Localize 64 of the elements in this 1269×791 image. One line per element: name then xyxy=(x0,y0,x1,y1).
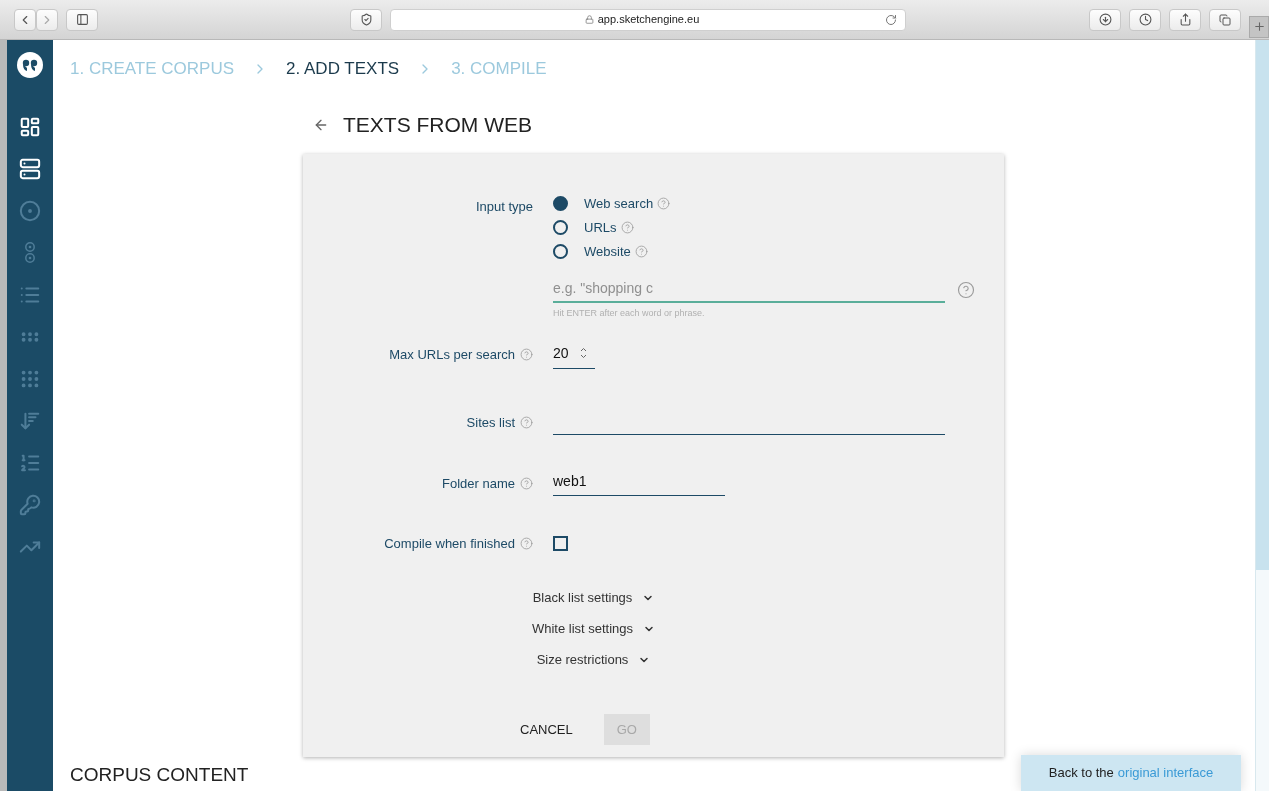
share-button[interactable] xyxy=(1169,8,1201,31)
shield-icon xyxy=(359,13,373,26)
field-label: Sites list xyxy=(466,413,515,432)
folder-name-field[interactable]: web1 xyxy=(553,467,725,496)
help-icon[interactable] xyxy=(620,221,634,234)
back-arrow-icon[interactable] xyxy=(313,117,329,133)
radio-button[interactable] xyxy=(553,220,568,235)
tabs-icon xyxy=(1219,13,1231,26)
field-label: Input type xyxy=(475,198,533,216)
reload-icon[interactable] xyxy=(885,13,897,26)
radio-label[interactable]: Website xyxy=(584,241,631,262)
clock-icon xyxy=(1138,13,1152,26)
page-title: TEXTS FROM WEB xyxy=(343,112,532,139)
radio-label[interactable]: Web search xyxy=(584,193,654,214)
stacked-list-icon[interactable] xyxy=(19,158,41,180)
notice-text: Back to the xyxy=(1048,764,1114,783)
share-icon xyxy=(1178,13,1192,26)
field-label: Compile when finished xyxy=(384,534,515,553)
search-terms-field[interactable]: e.g. "shopping c xyxy=(553,275,945,303)
sidebar-button[interactable] xyxy=(66,8,98,31)
logo-icon[interactable] xyxy=(17,52,43,78)
radio-button[interactable] xyxy=(553,244,568,259)
shield-button[interactable] xyxy=(350,8,382,31)
dots-grid-icon[interactable] xyxy=(19,368,41,390)
downloads-button[interactable] xyxy=(1089,8,1121,31)
help-icon[interactable] xyxy=(520,347,533,361)
download-icon xyxy=(1098,13,1112,26)
scrollbar[interactable] xyxy=(1255,40,1269,791)
radio-button[interactable] xyxy=(553,196,568,211)
help-icon[interactable] xyxy=(520,476,533,490)
number-value: 20 xyxy=(553,343,569,363)
new-tab-button[interactable] xyxy=(1249,15,1269,38)
tabs-button[interactable] xyxy=(1209,8,1241,31)
checkbox[interactable] xyxy=(553,535,568,551)
key-icon[interactable] xyxy=(19,494,41,516)
numbered-list-icon[interactable] xyxy=(19,452,41,474)
sort-down-icon[interactable] xyxy=(19,410,41,432)
help-icon[interactable] xyxy=(634,245,648,258)
step-tab[interactable]: 2. ADD TEXTS xyxy=(286,56,400,82)
help-icon[interactable] xyxy=(520,536,533,550)
help-icon[interactable] xyxy=(657,197,671,210)
expander-toggle[interactable]: White list settings xyxy=(531,620,656,638)
address-bar[interactable]: app.sketchengine.eu xyxy=(390,8,906,31)
help-icon[interactable] xyxy=(957,281,975,299)
number-field[interactable]: 20 xyxy=(553,338,595,369)
history-button[interactable] xyxy=(1129,8,1161,31)
expander-toggle[interactable]: Size restrictions xyxy=(536,651,651,669)
field-label: Folder name xyxy=(442,474,515,493)
action-button[interactable]: CANCEL xyxy=(507,714,586,745)
url-text: app.sketchengine.eu xyxy=(597,12,700,28)
forward-button[interactable] xyxy=(36,8,58,31)
lock-icon xyxy=(584,15,594,24)
stepper-icon[interactable] xyxy=(578,346,588,360)
back-button[interactable] xyxy=(14,8,36,31)
expander-toggle[interactable]: Black list settings xyxy=(532,589,655,607)
dashboard-icon[interactable] xyxy=(19,116,41,138)
field-label: Max URLs per search xyxy=(389,345,515,364)
sidebar-icon xyxy=(75,13,89,26)
plus-icon xyxy=(1252,20,1266,33)
section-heading: CORPUS CONTENT xyxy=(70,764,249,785)
help-icon[interactable] xyxy=(520,415,533,429)
two-circles-icon[interactable] xyxy=(24,242,36,264)
radio-label[interactable]: URLs xyxy=(584,217,617,238)
target-icon[interactable] xyxy=(19,200,41,222)
